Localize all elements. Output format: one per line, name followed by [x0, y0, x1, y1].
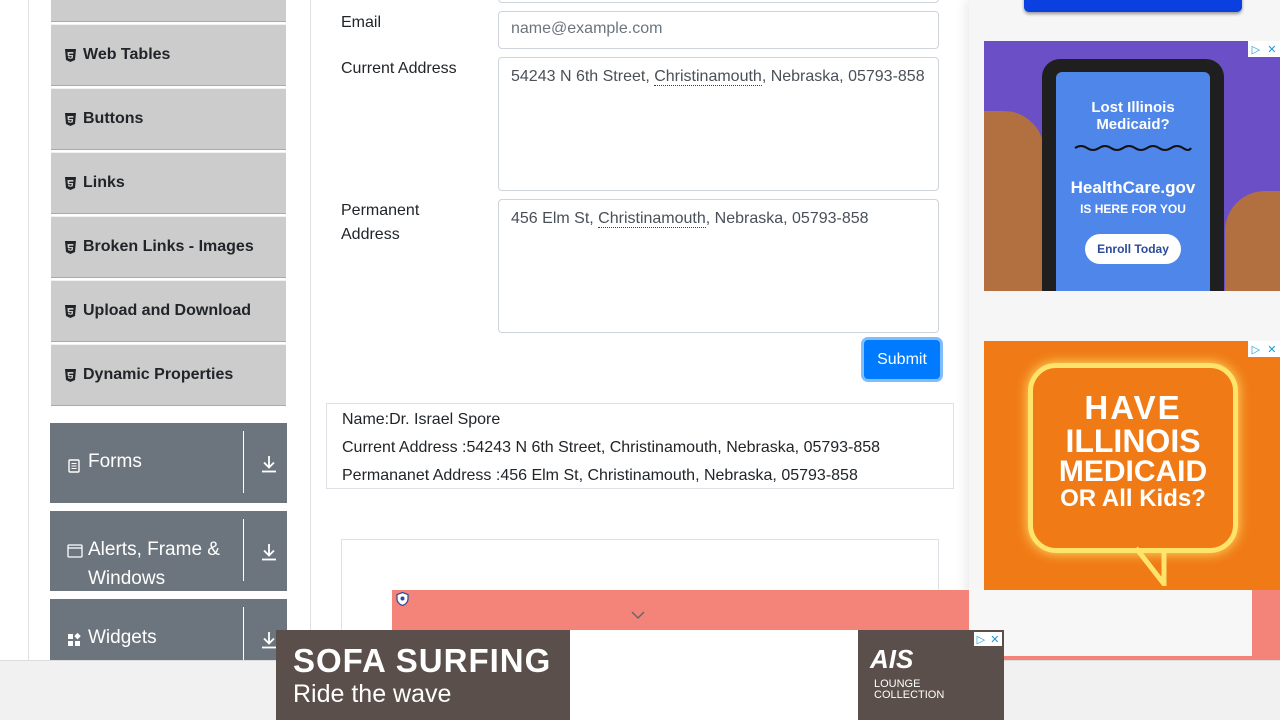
close-icon[interactable]: ✕ — [1267, 43, 1276, 56]
output-current-address: Current Address :54243 N 6th Street, Chr… — [342, 439, 881, 456]
email-label: Email — [341, 14, 382, 31]
sidebar-item-label: Links — [83, 174, 125, 191]
hand-illustration — [1225, 191, 1280, 291]
window-icon — [67, 542, 83, 558]
sidebar-item-links[interactable]: Links — [51, 152, 286, 214]
address-text: 54243 N 6th Street, — [511, 68, 655, 85]
email-field[interactable]: name@example.com — [498, 11, 939, 49]
output-permanent-address: Permananet Address :456 Elm St, Christin… — [342, 467, 858, 484]
adchoices-icon[interactable]: ▷ — [1252, 343, 1260, 356]
banner-headline: SOFA SURFING — [293, 642, 552, 679]
html5-icon — [65, 240, 76, 254]
healthcare-ad[interactable]: Lost Illinois Medicaid? HealthCare.gov I… — [984, 41, 1280, 291]
address-text: , Nebraska, 05793-858 — [705, 210, 869, 227]
download-icon[interactable] — [261, 631, 277, 649]
address-text: , Nebraska, 05793-858 — [761, 68, 925, 85]
current-address-label: Current Address — [341, 60, 457, 77]
ad-brand: HealthCare.gov — [1070, 178, 1196, 197]
download-icon[interactable] — [261, 543, 277, 561]
group-forms[interactable]: Forms — [50, 423, 287, 503]
current-address-textarea[interactable]: 54243 N 6th Street, Christinamouth, Nebr… — [498, 57, 939, 191]
document-icon — [67, 457, 81, 473]
sidebar-item-dynamic-properties[interactable]: Dynamic Properties — [51, 344, 286, 406]
chevron-down-icon[interactable] — [630, 610, 646, 620]
output-box: Name:Dr. Israel Spore Current Address :5… — [326, 403, 954, 489]
sidebar-item-label: Web Tables — [83, 46, 171, 63]
adchoices-close[interactable]: ▷ ✕ — [1248, 41, 1280, 57]
address-text: 456 Elm St, — [511, 210, 599, 227]
close-icon[interactable]: ✕ — [1267, 343, 1276, 356]
sidebar-item-web-tables[interactable]: Web Tables — [51, 24, 286, 86]
ad-headline: Lost Illinois Medicaid? — [1091, 99, 1175, 133]
address-city-misspelled: Christinamouth — [654, 68, 762, 86]
adchoices-close[interactable]: ▷ ✕ — [1248, 341, 1280, 357]
sidebar-item-broken-links[interactable]: Broken Links - Images — [51, 216, 286, 278]
logo-sub-line: COLLECTION — [874, 689, 945, 701]
sidebar-item-buttons[interactable]: Buttons — [51, 88, 286, 150]
sofa-surfing-banner[interactable]: SOFA SURFING Ride the wave AIS LOUNGE COL… — [276, 630, 1004, 720]
ad-tagline: IS HERE FOR YOU — [1080, 202, 1186, 216]
widgets-icon — [67, 631, 81, 646]
permanent-address-label: Permanent Address — [341, 202, 420, 243]
group-separator — [243, 519, 244, 581]
banner-logo: AIS — [870, 644, 914, 674]
html5-icon — [65, 176, 76, 190]
banner-logo-sub: LOUNGE COLLECTION — [874, 679, 944, 701]
output-name: Name:Dr. Israel Spore — [342, 411, 501, 428]
adchoices-icon[interactable]: ▷ — [1252, 43, 1260, 56]
html5-icon — [65, 368, 76, 382]
adchoices-icon[interactable]: ▷ — [977, 633, 985, 646]
ad-line: MEDICAID — [1058, 455, 1208, 488]
download-icon[interactable] — [261, 455, 277, 473]
squiggle-icon — [1074, 145, 1192, 151]
group-title: Widgets — [88, 627, 157, 648]
video-ad-overlay — [969, 590, 1252, 656]
adchoices-close[interactable]: ▷ ✕ — [974, 632, 1002, 646]
submit-button[interactable]: Submit — [864, 340, 940, 379]
shield-icon — [396, 592, 409, 606]
group-separator — [243, 431, 244, 493]
group-title: Forms — [88, 451, 142, 472]
phone-screen: Lost Illinois Medicaid? HealthCare.gov I… — [1056, 72, 1210, 291]
bubble-tail — [1134, 546, 1167, 586]
ad-button-partial[interactable] — [1024, 0, 1242, 12]
address-city-misspelled: Christinamouth — [598, 210, 706, 228]
sidebar-item-label: Buttons — [83, 110, 144, 127]
previous-input-partial[interactable] — [498, 0, 939, 3]
html5-icon — [65, 48, 76, 62]
banner-left-panel: SOFA SURFING Ride the wave — [276, 630, 570, 720]
left-gutter-line — [28, 0, 29, 660]
close-icon[interactable]: ✕ — [990, 633, 999, 646]
sidebar-item-label: Upload and Download — [83, 302, 251, 319]
html5-icon — [65, 112, 76, 126]
ad-line: HAVE — [1084, 389, 1182, 426]
page: Web Tables Buttons Links Broken Links - … — [0, 0, 1280, 720]
medicaid-ad[interactable]: HAVE ILLINOIS MEDICAID OR All Kids? ▷ ✕ — [984, 341, 1280, 591]
sidebar-item-label: Dynamic Properties — [83, 366, 234, 383]
hand-illustration — [984, 111, 1044, 291]
permanent-address-textarea[interactable]: 456 Elm St, Christinamouth, Nebraska, 05… — [498, 199, 939, 333]
group-alerts-frame-windows[interactable]: Alerts, Frame & Windows — [50, 511, 287, 591]
banner-subline: Ride the wave — [293, 680, 452, 708]
sidebar-item-top-partial[interactable] — [51, 0, 286, 22]
html5-icon — [65, 304, 76, 318]
enroll-button[interactable]: Enroll Today — [1085, 234, 1181, 264]
sidebar-divider — [310, 0, 311, 660]
ad-line: OR All Kids? — [1060, 485, 1206, 512]
group-title: Alerts, Frame & Windows — [88, 539, 220, 589]
sidebar-item-upload-download[interactable]: Upload and Download — [51, 280, 286, 342]
sidebar-item-label: Broken Links - Images — [83, 238, 254, 255]
